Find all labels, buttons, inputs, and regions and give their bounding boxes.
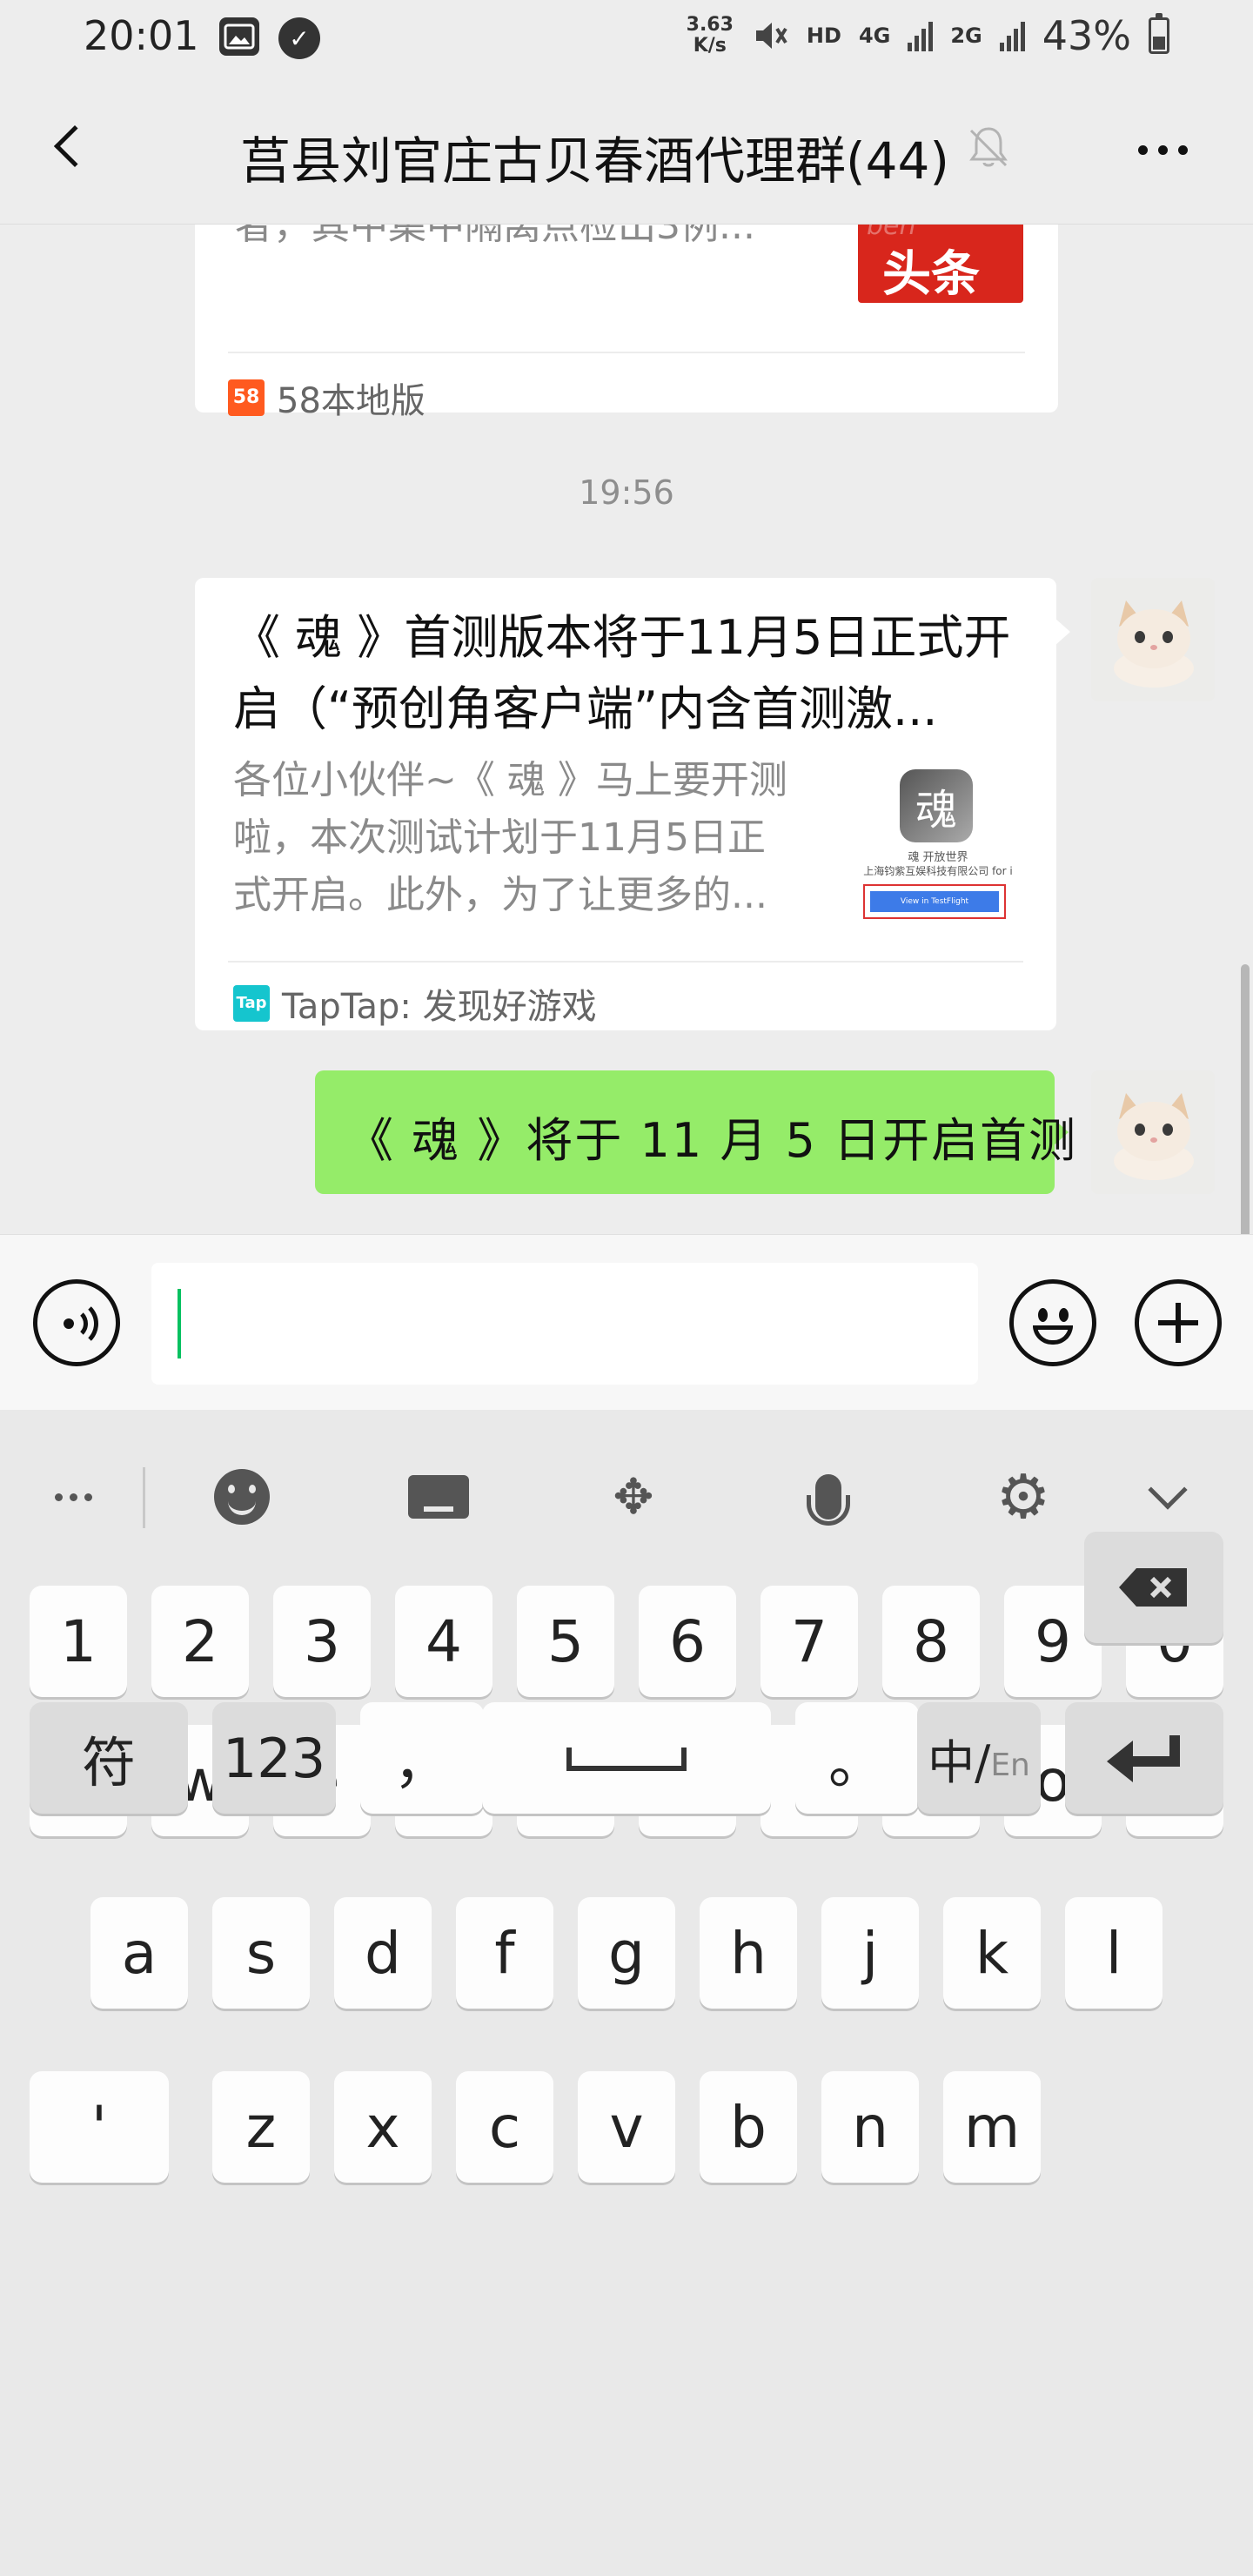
chat-scrollbar[interactable] bbox=[1241, 964, 1250, 1234]
chat-messages[interactable]: 者，其中集中隔离点检出3例... ben 头条 58 58本地版 19:56 《… bbox=[0, 225, 1253, 1234]
space-bar-icon bbox=[566, 1748, 687, 1771]
battery-icon bbox=[1149, 13, 1169, 54]
card-description: 者，其中集中隔离点检出3例... bbox=[235, 225, 755, 248]
letter-key[interactable]: a bbox=[90, 1897, 188, 2009]
collapse-keyboard-icon[interactable] bbox=[1133, 1462, 1203, 1532]
signal-icon bbox=[908, 20, 934, 51]
enter-key[interactable] bbox=[1065, 1702, 1223, 1814]
sent-message-bubble[interactable]: 《 魂 》将于 11 月 5 日开启首测 bbox=[315, 1070, 1075, 1194]
card-source-label: TapTap: 发现好游戏 bbox=[282, 987, 597, 1027]
notification-icons: ✓ bbox=[219, 17, 320, 59]
card-title: 《 魂 》首测版本将于11月5日正式开启（“预创角客户端”内含首测激... bbox=[233, 610, 1011, 736]
card-thumbnail: 魂 魂 开放世界 上海钧紫互娱科技有限公司 for i View in Test… bbox=[851, 769, 1025, 926]
keyboard-layout-icon[interactable] bbox=[404, 1462, 473, 1532]
keyboard-more-icon[interactable] bbox=[38, 1462, 108, 1532]
keyboard-toolbar: ✥ ⚙ bbox=[0, 1410, 1253, 1584]
link-card-news[interactable]: 者，其中集中隔离点检出3例... ben 头条 58 58本地版 bbox=[195, 225, 1058, 421]
settings-gear-icon[interactable]: ⚙ bbox=[988, 1461, 1058, 1533]
letter-key[interactable]: k bbox=[943, 1897, 1041, 2009]
avatar[interactable] bbox=[1091, 578, 1215, 701]
card-divider bbox=[228, 352, 1025, 353]
system-icons: 3.63 K/s HD 4G 2G 43% bbox=[687, 12, 1169, 59]
link-card-taptap[interactable]: 《 魂 》首测版本将于11月5日正式开启（“预创角客户端”内含首测激... 各位… bbox=[195, 578, 1070, 1030]
card-description: 各位小伙伴~《 魂 》马上要开测啦，本次测试计划于11月5日正式开启。此外，为了… bbox=[233, 758, 787, 917]
more-options-button[interactable] bbox=[1128, 124, 1197, 176]
status-time: 20:01 bbox=[84, 12, 199, 59]
number-key[interactable]: 6 bbox=[639, 1586, 736, 1697]
letter-key[interactable]: ' bbox=[30, 2071, 169, 2183]
letter-key[interactable]: l bbox=[1065, 1897, 1163, 2009]
message-timestamp: 19:56 bbox=[579, 473, 674, 512]
letter-key[interactable]: j bbox=[821, 1897, 919, 2009]
back-arrow-icon bbox=[53, 124, 97, 168]
letter-key[interactable]: g bbox=[578, 1897, 675, 2009]
number-key[interactable]: 3 bbox=[273, 1586, 371, 1697]
signal-icon-2 bbox=[999, 20, 1025, 51]
more-functions-button[interactable] bbox=[1135, 1279, 1222, 1366]
bell-muted-icon bbox=[969, 127, 1008, 167]
card-source: Tap TapTap: 发现好游戏 bbox=[233, 978, 597, 1029]
numbers-key[interactable]: 123 bbox=[212, 1702, 336, 1814]
letter-key[interactable]: v bbox=[578, 2071, 675, 2183]
mute-status-icon bbox=[755, 23, 787, 49]
letter-key[interactable]: z bbox=[212, 2071, 310, 2183]
number-key[interactable]: 5 bbox=[517, 1586, 614, 1697]
text-cursor bbox=[178, 1289, 181, 1358]
58-logo-icon: 58 bbox=[228, 379, 265, 416]
letter-key[interactable]: c bbox=[456, 2071, 553, 2183]
network-4g: 4G bbox=[858, 23, 891, 48]
check-badge-icon: ✓ bbox=[278, 17, 320, 59]
status-bar: 20:01 ✓ 3.63 K/s HD 4G 2G 43% bbox=[0, 0, 1253, 73]
letter-key[interactable]: n bbox=[821, 2071, 919, 2183]
cursor-move-icon[interactable]: ✥ bbox=[599, 1462, 668, 1532]
emoji-button[interactable] bbox=[1009, 1279, 1096, 1366]
message-input[interactable] bbox=[151, 1263, 978, 1385]
card-divider bbox=[228, 961, 1023, 963]
letter-key[interactable]: b bbox=[700, 2071, 797, 2183]
card-thumbnail: ben 头条 bbox=[858, 225, 1023, 303]
language-switch-key[interactable]: 中/En bbox=[917, 1702, 1041, 1814]
chat-header: 莒县刘官庄古贝春酒代理群(44) bbox=[0, 73, 1253, 225]
network-2g: 2G bbox=[950, 23, 982, 48]
letter-key[interactable]: m bbox=[943, 2071, 1041, 2183]
avatar[interactable] bbox=[1091, 1070, 1215, 1194]
period-key[interactable]: 。 bbox=[795, 1702, 919, 1814]
network-speed: 3.63 K/s bbox=[686, 14, 734, 57]
letter-key[interactable]: x bbox=[334, 2071, 432, 2183]
soft-keyboard: ✥ ⚙ 1234567890 qwertyuiop asdfghjkl 'zxc… bbox=[0, 1410, 1253, 2576]
letter-key[interactable]: s bbox=[212, 1897, 310, 2009]
symbols-key[interactable]: 符 bbox=[30, 1702, 188, 1814]
letter-key[interactable]: h bbox=[700, 1897, 797, 2009]
group-title: 莒县刘官庄古贝春酒代理群(44) bbox=[240, 131, 950, 191]
microphone-icon[interactable] bbox=[794, 1462, 863, 1532]
game-app-icon: 魂 bbox=[900, 769, 973, 842]
gallery-icon bbox=[219, 17, 259, 56]
taptap-logo-icon: Tap bbox=[233, 985, 270, 1022]
comma-key[interactable]: ， bbox=[360, 1702, 484, 1814]
enter-icon bbox=[1107, 1735, 1180, 1782]
message-input-bar bbox=[0, 1234, 1253, 1410]
keyboard-emoji-icon[interactable] bbox=[207, 1462, 277, 1532]
back-button[interactable] bbox=[35, 111, 104, 181]
voice-input-button[interactable] bbox=[33, 1279, 120, 1366]
message-text: 《 魂 》将于 11 月 5 日开启首测 bbox=[346, 1113, 1078, 1168]
number-key[interactable]: 2 bbox=[151, 1586, 249, 1697]
card-source-label: 58本地版 bbox=[277, 381, 425, 421]
hd-indicator: HD bbox=[806, 23, 841, 48]
backspace-key[interactable] bbox=[1084, 1532, 1223, 1643]
backspace-icon bbox=[1119, 1568, 1187, 1607]
letter-key[interactable]: d bbox=[334, 1897, 432, 2009]
number-key[interactable]: 8 bbox=[882, 1586, 980, 1697]
number-key[interactable]: 7 bbox=[761, 1586, 858, 1697]
number-key[interactable]: 1 bbox=[30, 1586, 127, 1697]
number-key[interactable]: 4 bbox=[395, 1586, 492, 1697]
letter-key[interactable]: f bbox=[456, 1897, 553, 2009]
card-source: 58 58本地版 bbox=[228, 372, 425, 423]
battery-percent: 43% bbox=[1042, 12, 1131, 59]
space-key[interactable] bbox=[482, 1702, 771, 1814]
